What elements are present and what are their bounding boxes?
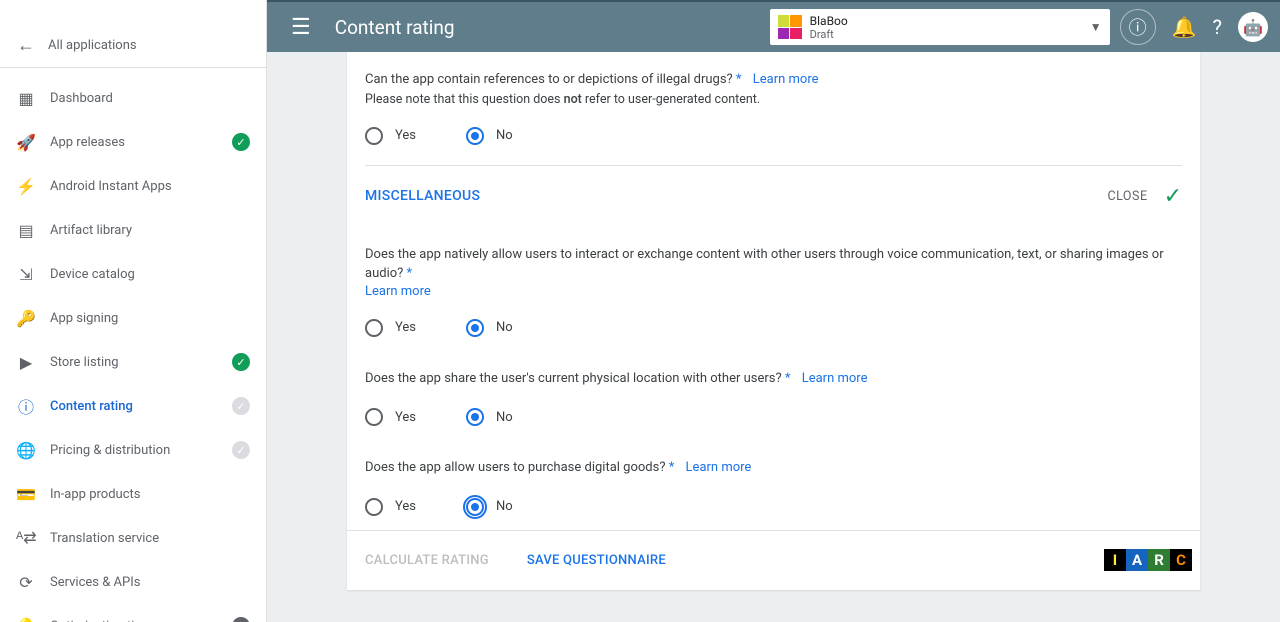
nav-app-signing[interactable]: 🔑App signing	[0, 296, 266, 340]
notifications-icon[interactable]: 🔔	[1172, 15, 1197, 39]
sidebar-nav: ▦Dashboard 🚀App releases✓ ⚡Android Insta…	[0, 68, 266, 622]
library-icon: ▤	[16, 221, 36, 240]
check-icon: ✓	[1164, 184, 1182, 209]
bolt-icon: ⚡	[16, 177, 36, 196]
nav-store-listing[interactable]: ▶Store listing✓	[0, 340, 266, 384]
radio-location-no[interactable]: No	[466, 408, 513, 426]
info-button[interactable]: ⓘ	[1120, 9, 1156, 45]
nav-dashboard[interactable]: ▦Dashboard	[0, 76, 266, 120]
help-icon[interactable]: ?	[1213, 15, 1222, 39]
nav-translation[interactable]: ᴬ⇄Translation service	[0, 516, 266, 560]
menu-icon[interactable]: ☰	[279, 15, 323, 40]
nav-instant-apps[interactable]: ⚡Android Instant Apps	[0, 164, 266, 208]
page-title: Content rating	[335, 16, 455, 39]
save-questionnaire-button[interactable]: SAVE QUESTIONNAIRE	[517, 547, 676, 574]
dashboard-icon: ▦	[16, 89, 36, 108]
card-icon: 💳	[16, 485, 36, 504]
nav-services-apis[interactable]: ⟳Services & APIs	[0, 560, 266, 604]
check-icon: ✓	[232, 353, 250, 371]
learn-more-link[interactable]: Learn more	[686, 460, 752, 475]
app-status: Draft	[810, 28, 848, 41]
rocket-icon: 🚀	[16, 133, 36, 152]
bulb-icon: 💡	[16, 617, 36, 622]
rating-icon: ⓘ	[16, 394, 36, 418]
radio-row-interact: Yes No	[365, 305, 1182, 351]
learn-more-link[interactable]: Learn more	[802, 371, 868, 386]
nav-in-app-products[interactable]: 💳In-app products	[0, 472, 266, 516]
app-avatar-icon	[778, 15, 802, 39]
card-footer: CALCULATE RATING SAVE QUESTIONNAIRE IARC	[347, 530, 1200, 590]
question-drugs: Can the app contain references to or dep…	[365, 52, 1182, 113]
globe-icon: 🌐	[16, 441, 36, 460]
account-avatar[interactable]: 🤖	[1238, 12, 1268, 42]
iarc-logo: IARC	[1104, 549, 1192, 571]
nav-app-releases[interactable]: 🚀App releases✓	[0, 120, 266, 164]
back-arrow-icon: ←	[16, 35, 36, 56]
section-close-button[interactable]: CLOSE	[1107, 189, 1163, 204]
nav-device-catalog[interactable]: ⇲Device catalog	[0, 252, 266, 296]
tips-badge: 1	[232, 617, 250, 622]
check-gray-icon: ✓	[232, 441, 250, 459]
learn-more-link[interactable]: Learn more	[365, 284, 431, 299]
translate-icon: ᴬ⇄	[16, 528, 36, 548]
nav-optimization-tips[interactable]: 💡Optimization tips1	[0, 604, 266, 622]
device-icon: ⇲	[16, 265, 36, 284]
question-note: Please note that this question does not …	[365, 92, 1182, 107]
question-interact: Does the app natively allow users to int…	[365, 227, 1182, 305]
main-content: Can the app contain references to or dep…	[267, 52, 1280, 622]
sidebar: ← All applications ▦Dashboard 🚀App relea…	[0, 0, 267, 622]
radio-drugs-no[interactable]: No	[466, 127, 513, 145]
section-miscellaneous: MISCELLANEOUS CLOSE ✓	[365, 166, 1182, 227]
required-asterisk: *	[736, 72, 742, 87]
check-gray-icon: ✓	[232, 397, 250, 415]
services-icon: ⟳	[16, 573, 36, 592]
radio-purchase-yes[interactable]: Yes	[365, 498, 416, 516]
chevron-down-icon: ▼	[1090, 20, 1102, 34]
radio-row-drugs: Yes No	[365, 113, 1182, 159]
calculate-rating-button: CALCULATE RATING	[355, 547, 499, 574]
nav-content-rating[interactable]: ⓘContent rating✓	[0, 384, 266, 428]
nav-artifact-library[interactable]: ▤Artifact library	[0, 208, 266, 252]
key-icon: 🔑	[16, 309, 36, 328]
info-icon: ⓘ	[1129, 14, 1147, 40]
radio-interact-yes[interactable]: Yes	[365, 319, 416, 337]
radio-drugs-yes[interactable]: Yes	[365, 127, 416, 145]
back-label: All applications	[48, 38, 137, 53]
page-footer: © 2019 Google· Mobile App· Help· Site Te…	[267, 590, 1280, 622]
shop-icon: ▶	[16, 353, 36, 372]
question-purchase: Does the app allow users to purchase dig…	[365, 440, 1182, 484]
check-icon: ✓	[232, 133, 250, 151]
radio-interact-no[interactable]: No	[466, 319, 513, 337]
questionnaire-card: Can the app contain references to or dep…	[347, 52, 1200, 590]
radio-purchase-no[interactable]: No	[466, 498, 513, 516]
question-location: Does the app share the user's current ph…	[365, 351, 1182, 395]
app-selector[interactable]: BlaBoo Draft ▼	[770, 9, 1110, 45]
radio-row-location: Yes No	[365, 394, 1182, 440]
app-name: BlaBoo	[810, 14, 848, 28]
back-all-applications[interactable]: ← All applications	[0, 24, 266, 68]
topbar: ☰ Content rating BlaBoo Draft ▼ ⓘ 🔔 ? 🤖	[267, 0, 1280, 52]
section-title: MISCELLANEOUS	[365, 188, 480, 204]
nav-pricing[interactable]: 🌐Pricing & distribution✓	[0, 428, 266, 472]
radio-row-purchase: Yes No	[365, 484, 1182, 530]
android-icon: 🤖	[1243, 18, 1263, 37]
learn-more-link[interactable]: Learn more	[753, 72, 819, 87]
radio-location-yes[interactable]: Yes	[365, 408, 416, 426]
